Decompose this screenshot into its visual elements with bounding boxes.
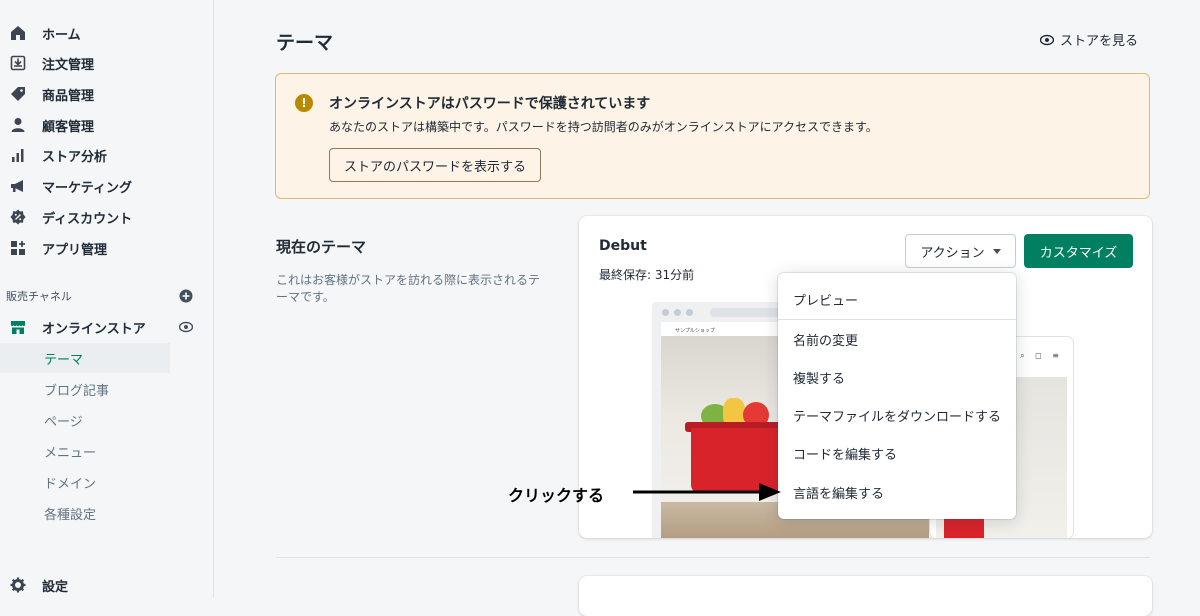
- nav-label: マーケティング: [42, 180, 132, 196]
- password-banner: ! オンラインストアはパスワードで保護されています あなたのストアは構築中です。…: [275, 73, 1150, 199]
- mobile-header-icons: ⌕ ◻ ≡: [1020, 351, 1063, 360]
- tag-icon: [10, 86, 26, 102]
- preview-shop-name: サンプルショップ: [675, 328, 715, 334]
- current-theme-title: 現在のテーマ: [276, 238, 367, 256]
- window-dots-icon: [662, 309, 693, 316]
- megaphone-icon: [10, 178, 26, 194]
- person-icon: [10, 117, 26, 133]
- caret-down-icon: [992, 248, 1001, 254]
- subnav-navigation[interactable]: メニュー: [0, 436, 170, 466]
- theme-library-card: [579, 576, 1152, 616]
- warning-icon: !: [295, 94, 313, 112]
- bar-chart-icon: [10, 147, 26, 163]
- nav-label: ディスカウント: [42, 211, 133, 227]
- annotation-label: クリックする: [508, 486, 605, 505]
- sales-channels-label: 販売チャネル: [6, 290, 72, 303]
- divider: [276, 557, 1150, 558]
- nav-label: 商品管理: [42, 88, 95, 104]
- menu-item-download-theme[interactable]: テーマファイルをダウンロードする: [778, 396, 1016, 434]
- view-store-label: ストアを見る: [1059, 34, 1138, 49]
- nav-customers[interactable]: 顧客管理: [0, 110, 214, 140]
- subnav-blog-posts[interactable]: ブログ記事: [0, 374, 170, 404]
- nav-label: アプリ管理: [42, 242, 108, 258]
- menu-item-rename[interactable]: 名前の変更: [778, 320, 1016, 358]
- nav-marketing[interactable]: マーケティング: [0, 171, 214, 201]
- menu-item-edit-languages[interactable]: 言語を編集する: [778, 473, 1016, 511]
- subnav-pages[interactable]: ページ: [0, 405, 170, 435]
- nav-apps[interactable]: アプリ管理: [0, 233, 214, 263]
- nav-label: 顧客管理: [42, 119, 95, 135]
- home-icon: [10, 25, 26, 41]
- discount-icon: [10, 209, 26, 225]
- eye-icon[interactable]: [179, 320, 193, 334]
- nav-label: 注文管理: [42, 57, 95, 73]
- last-saved: 最終保存: 31分前: [599, 268, 695, 282]
- menu-item-duplicate[interactable]: 複製する: [778, 358, 1016, 396]
- actions-label: アクション: [920, 245, 985, 261]
- orders-icon: [10, 55, 26, 71]
- gear-icon: [10, 577, 26, 593]
- menu-item-edit-code[interactable]: コードを編集する: [778, 434, 1016, 472]
- nav-label: 設定: [42, 579, 69, 595]
- menu-item-preview[interactable]: プレビュー: [778, 280, 1016, 318]
- subnav-domains[interactable]: ドメイン: [0, 467, 170, 497]
- nav-label: ストア分析: [42, 149, 108, 165]
- customize-button[interactable]: カスタマイズ: [1024, 234, 1133, 268]
- banner-title: オンラインストアはパスワードで保護されています: [329, 96, 651, 112]
- show-password-button[interactable]: ストアのパスワードを表示する: [329, 148, 542, 182]
- theme-name: Debut: [599, 238, 647, 254]
- apps-icon: [10, 240, 26, 256]
- main-content: テーマ ストアを見る ! オンラインストアはパスワードで保護されています あなた…: [214, 0, 1200, 616]
- eye-icon: [1039, 34, 1054, 45]
- page-title: テーマ: [276, 32, 334, 54]
- nav-label: オンラインストア: [42, 321, 146, 337]
- sidebar: ホーム 注文管理 商品管理 顧客管理 ストア分析 マーケティング ディスカウント…: [0, 0, 214, 598]
- nav-label: ホーム: [42, 27, 81, 43]
- add-circle-icon[interactable]: [179, 289, 193, 303]
- nav-discounts[interactable]: ディスカウント: [0, 202, 214, 232]
- view-store-link[interactable]: ストアを見る: [1039, 30, 1138, 49]
- subnav-preferences[interactable]: 各種設定: [0, 498, 170, 528]
- banner-text: あなたのストアは構築中です。パスワードを持つ訪問者のみがオンラインストアにアクセ…: [329, 120, 878, 134]
- actions-button[interactable]: アクション: [905, 234, 1016, 268]
- nav-home[interactable]: ホーム: [0, 18, 214, 48]
- nav-orders[interactable]: 注文管理: [0, 48, 214, 78]
- actions-menu: プレビュー 名前の変更 複製する テーマファイルをダウンロードする コードを編集…: [778, 273, 1016, 519]
- nav-analytics[interactable]: ストア分析: [0, 140, 214, 170]
- nav-products[interactable]: 商品管理: [0, 79, 214, 109]
- store-icon: [10, 319, 26, 335]
- subnav-themes[interactable]: テーマ: [0, 343, 170, 373]
- current-theme-description: これはお客様がストアを訪れる際に表示されるテーマです。: [276, 273, 541, 304]
- nav-settings[interactable]: 設定: [0, 570, 214, 600]
- arrow-right-icon: [633, 483, 781, 501]
